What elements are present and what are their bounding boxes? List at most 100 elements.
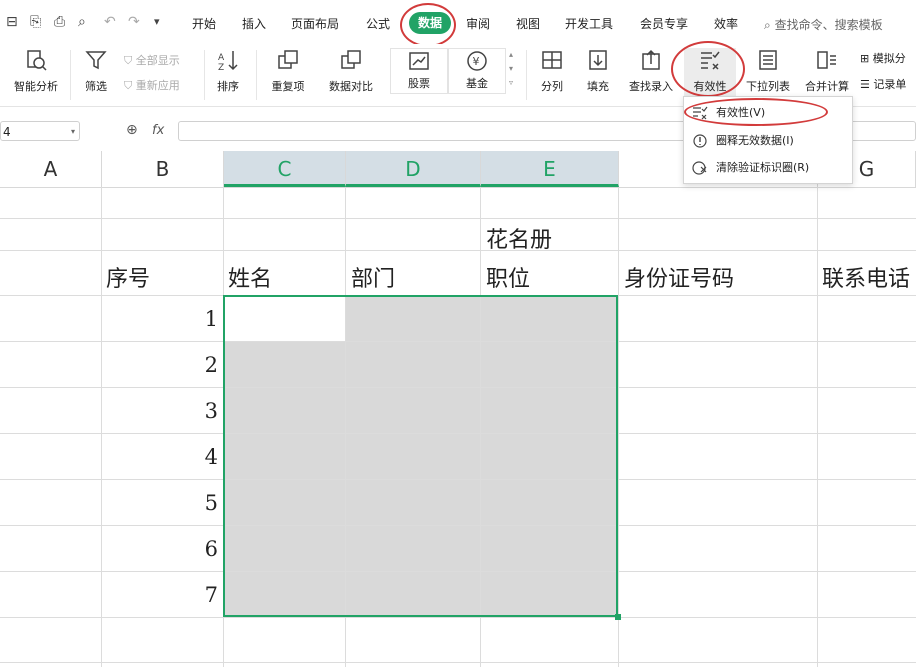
circle-invalid-icon: [693, 134, 707, 148]
fill-label: 填充: [587, 80, 609, 93]
reapply-button[interactable]: ⛉ 重新应用: [124, 77, 180, 93]
menu-item-validity[interactable]: 有效性(V): [684, 100, 852, 126]
grid-line: [817, 187, 818, 667]
header-cell-id-number[interactable]: 身份证号码: [624, 261, 734, 293]
tab-review[interactable]: 审阅: [466, 16, 490, 32]
menu-item-label: 有效性(V): [716, 106, 766, 119]
search-icon: ⌕: [764, 18, 771, 32]
validity-button[interactable]: 有效性: [684, 48, 736, 100]
fx-icon[interactable]: fx: [152, 123, 164, 138]
reapply-icon: ⛉: [124, 79, 136, 92]
menu-item-clear-circles[interactable]: 清除验证标识圈(R): [684, 155, 852, 181]
stocks-button[interactable]: 股票: [390, 48, 448, 94]
menu-item-circle-invalid[interactable]: 圈释无效数据(I): [684, 128, 852, 154]
validity-dropdown-menu: 有效性(V) 圈释无效数据(I) 清除验证标识圈(R): [683, 96, 853, 184]
filter-icon: [85, 51, 107, 70]
header-cell-name[interactable]: 姓名: [228, 261, 272, 293]
customize-icon[interactable]: ▾: [154, 14, 160, 30]
save-icon[interactable]: ⊟: [6, 14, 18, 30]
header-cell-serial[interactable]: 序号: [106, 261, 150, 293]
validity-icon: [693, 106, 708, 120]
compare-button[interactable]: 数据对比: [322, 48, 380, 94]
fill-handle[interactable]: [615, 614, 621, 620]
grid-line: [0, 662, 916, 663]
dropdown-list-label: 下拉列表: [746, 80, 790, 93]
compare-icon: [341, 50, 361, 69]
simulate-button[interactable]: ⊞ 模拟分: [860, 50, 906, 66]
funds-icon: ¥: [467, 51, 487, 71]
tab-efficiency[interactable]: 效率: [714, 16, 738, 32]
tab-member[interactable]: 会员专享: [640, 16, 688, 32]
grid-line: [0, 617, 916, 618]
svg-text:A: A: [218, 53, 225, 63]
tab-developer[interactable]: 开发工具: [565, 16, 613, 32]
serial-cell[interactable]: 3: [178, 399, 218, 423]
search-placeholder: 查找命令、搜索模板: [774, 18, 883, 32]
show-all-button[interactable]: ⛉ 全部显示: [124, 52, 180, 68]
gallery-scroll-icon[interactable]: ▴ ▾ ▿: [509, 48, 513, 90]
column-header-c[interactable]: C: [224, 151, 346, 187]
lookup-entry-label: 查找录入: [629, 80, 673, 93]
svg-text:Z: Z: [218, 63, 224, 72]
serial-cell[interactable]: 1: [178, 307, 218, 331]
serial-cell[interactable]: 5: [178, 491, 218, 515]
split-label: 分列: [541, 80, 563, 93]
split-icon: [542, 51, 562, 69]
record-icon: ☰: [860, 78, 874, 91]
column-header-b[interactable]: B: [102, 151, 224, 187]
tab-home[interactable]: 开始: [192, 16, 216, 32]
column-header-a[interactable]: A: [0, 151, 102, 187]
serial-cell[interactable]: 7: [178, 583, 218, 607]
column-header-e[interactable]: E: [481, 151, 619, 187]
stocks-icon: [409, 52, 429, 70]
validity-label: 有效性: [693, 80, 727, 93]
name-box[interactable]: 4 ▾: [0, 121, 80, 141]
consolidate-icon: [817, 51, 836, 69]
zoom-icon[interactable]: ⊕: [126, 122, 138, 138]
serial-cell[interactable]: 4: [178, 445, 218, 469]
tab-data[interactable]: 数据: [409, 12, 452, 34]
filter-label: 筛选: [85, 80, 107, 93]
redo-icon[interactable]: ↷: [128, 14, 140, 30]
grid-line: [618, 187, 619, 667]
tab-page-layout[interactable]: 页面布局: [291, 16, 339, 32]
header-cell-position[interactable]: 职位: [486, 261, 530, 293]
lookup-entry-icon: [642, 49, 660, 70]
tab-view[interactable]: 视图: [516, 16, 540, 32]
simulate-icon: ⊞: [860, 52, 873, 65]
smart-analysis-label: 智能分析: [14, 80, 58, 93]
dropdown-list-button[interactable]: 下拉列表: [742, 48, 794, 94]
chevron-down-icon: ▾: [70, 127, 75, 136]
duplicates-icon: [278, 50, 298, 69]
print-icon[interactable]: ⎙: [54, 14, 65, 30]
column-header-d[interactable]: D: [346, 151, 481, 187]
undo-icon[interactable]: ↶: [104, 14, 116, 30]
tab-insert[interactable]: 插入: [242, 16, 266, 32]
split-button[interactable]: 分列: [534, 48, 570, 94]
serial-cell[interactable]: 6: [178, 537, 218, 561]
header-cell-department[interactable]: 部门: [351, 261, 395, 293]
sheet-title-cell[interactable]: 花名册: [486, 222, 552, 254]
preview-icon[interactable]: ⌕: [78, 14, 86, 30]
header-cell-phone[interactable]: 联系电话: [822, 261, 910, 293]
grid-line: [0, 250, 916, 251]
record-button[interactable]: ☰ 记录单: [860, 76, 906, 92]
sort-button[interactable]: AZ 排序: [210, 48, 246, 94]
funds-button[interactable]: ¥ 基金: [448, 48, 506, 94]
command-search[interactable]: ⌕ 查找命令、搜索模板: [764, 16, 883, 33]
divider: [256, 50, 257, 100]
smart-analysis-button[interactable]: 智能分析: [8, 48, 64, 94]
serial-cell[interactable]: 2: [178, 353, 218, 377]
selection-border: [223, 295, 618, 617]
filter-button[interactable]: 筛选: [78, 48, 114, 94]
grid-line: [101, 187, 102, 667]
menu-item-label: 清除验证标识圈(R): [716, 161, 810, 174]
fill-button[interactable]: 填充: [580, 48, 616, 94]
consolidate-button[interactable]: 合并计算: [800, 48, 854, 94]
copy-icon[interactable]: ⎘: [30, 14, 41, 30]
tab-formulas[interactable]: 公式: [366, 16, 390, 32]
fill-icon: [589, 50, 607, 70]
lookup-entry-button[interactable]: 查找录入: [626, 48, 676, 94]
duplicates-button[interactable]: 重复项: [264, 48, 312, 94]
compare-label: 数据对比: [329, 80, 373, 93]
